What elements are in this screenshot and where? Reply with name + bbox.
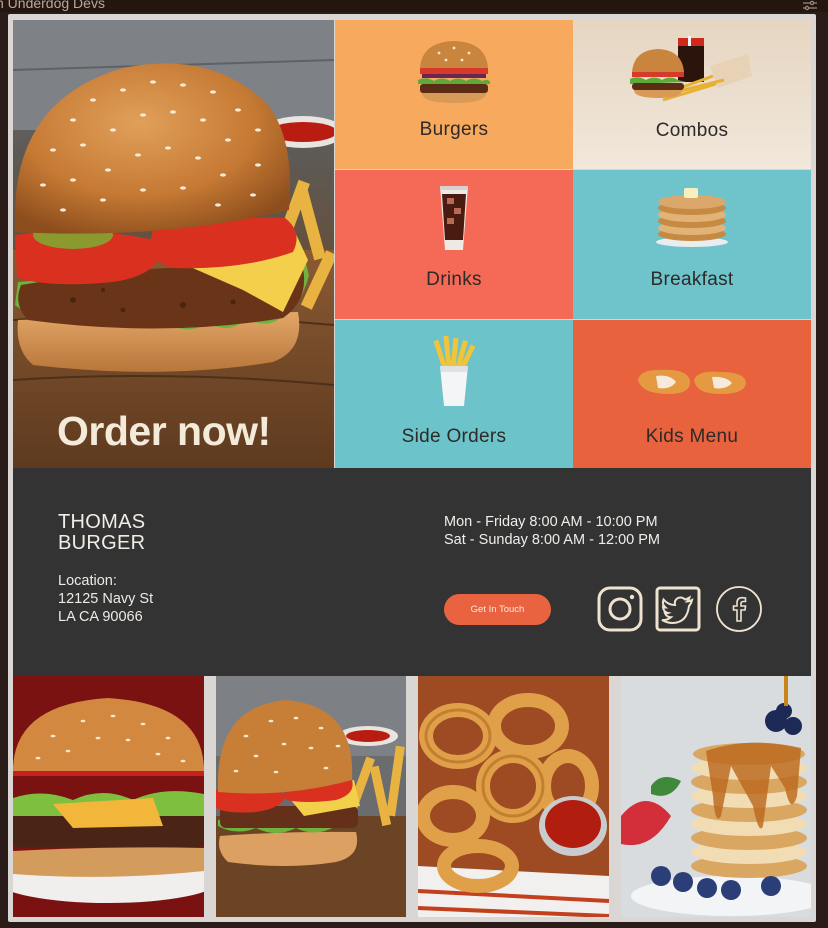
menu-tile-label: Kids Menu <box>645 426 739 447</box>
menu-tile-label: Drinks <box>426 269 482 290</box>
gallery-image[interactable] <box>13 676 204 917</box>
location-label: Location: <box>58 573 117 589</box>
brand-name: THOMAS BURGER <box>58 512 145 554</box>
brand-name-line: BURGER <box>58 532 146 554</box>
burger-on-plate-photo <box>13 676 204 917</box>
hero-headline: Order now! <box>57 408 271 454</box>
soda-cup-icon <box>440 186 468 250</box>
gallery-image[interactable] <box>216 676 406 917</box>
pancakes-icon <box>656 188 728 247</box>
menu-tile-drinks[interactable]: Drinks <box>335 170 573 319</box>
menu-tile-combos[interactable]: Combos <box>573 20 811 169</box>
gallery-image[interactable] <box>418 676 609 917</box>
twitter-icon[interactable] <box>654 585 702 633</box>
location-block: Location: 12125 Navy St LA CA 90066 <box>58 572 153 626</box>
window-title: h Underdog Devs <box>0 0 105 11</box>
burger-with-fries-photo <box>216 676 406 917</box>
onion-rings-photo <box>418 676 609 917</box>
brand-name-line: THOMAS <box>58 511 146 533</box>
info-footer: THOMAS BURGER Location: 12125 Navy St LA… <box>13 468 811 676</box>
get-in-touch-button[interactable]: Get In Touch <box>444 594 551 625</box>
gallery-image[interactable] <box>621 676 811 917</box>
instagram-icon[interactable] <box>596 585 644 633</box>
sliders-icon[interactable] <box>802 0 818 12</box>
burger-icon <box>418 41 490 103</box>
burger-photo <box>13 20 334 468</box>
hours-line: Sat - Sunday 8:00 AM - 12:00 PM <box>444 532 661 548</box>
menu-tile-label: Breakfast <box>650 269 734 290</box>
combo-meal-icon <box>630 36 752 102</box>
address-line: LA CA 90066 <box>58 609 143 625</box>
opening-hours: Mon - Friday 8:00 AM - 10:00 PM Sat - Su… <box>444 513 660 549</box>
window-title-bar: h Underdog Devs <box>0 0 828 12</box>
menu-tile-side-orders[interactable]: Side Orders <box>335 320 573 468</box>
menu-tile-label: Burgers <box>419 119 489 140</box>
menu-tile-kids-menu[interactable]: Kids Menu <box>573 320 811 468</box>
pancakes-photo <box>621 676 811 917</box>
menu-tile-breakfast[interactable]: Breakfast <box>573 170 811 319</box>
menu-tile-burgers[interactable]: Burgers <box>335 20 573 169</box>
hours-line: Mon - Friday 8:00 AM - 10:00 PM <box>444 514 658 530</box>
address-line: 12125 Navy St <box>58 591 154 607</box>
hero-banner[interactable]: Order now! <box>13 20 334 468</box>
menu-tile-label: Combos <box>655 120 729 141</box>
fries-icon <box>433 336 476 406</box>
chicken-nuggets-icon <box>638 369 746 394</box>
menu-tile-label: Side Orders <box>401 426 507 447</box>
facebook-icon[interactable] <box>715 585 763 633</box>
